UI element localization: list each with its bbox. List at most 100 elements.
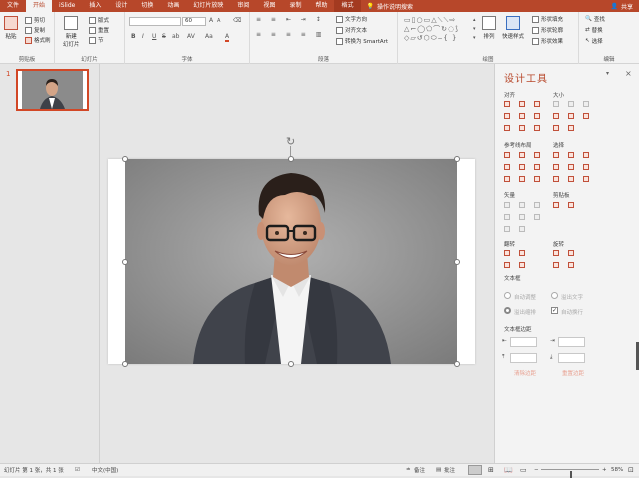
- zoom-level[interactable]: 58%: [611, 467, 623, 473]
- normal-view-button[interactable]: [468, 465, 482, 475]
- tab-help[interactable]: 帮助: [308, 0, 334, 12]
- margin-right-input[interactable]: [558, 337, 585, 347]
- shapes-scroll[interactable]: ▴▾▾: [473, 16, 476, 43]
- share-button[interactable]: 👤 共享: [611, 2, 639, 11]
- align-text-button[interactable]: 对齐文本: [336, 26, 367, 34]
- pane-tool-icon[interactable]: [504, 262, 510, 268]
- pane-tool-icon[interactable]: [568, 202, 574, 208]
- pane-tool-icon[interactable]: [534, 152, 540, 158]
- pane-tool-icon[interactable]: [553, 101, 559, 107]
- pane-tool-icon[interactable]: [534, 101, 540, 107]
- grow-font-button[interactable]: A: [209, 17, 213, 24]
- slide-thumbnail[interactable]: [16, 69, 89, 111]
- select-button[interactable]: ↖选择: [585, 37, 603, 45]
- align-buttons[interactable]: ≡ ≡ ≡ ≡ ▥: [256, 31, 325, 38]
- font-size-combo[interactable]: 60: [182, 17, 206, 26]
- pane-tool-icon[interactable]: [534, 125, 540, 131]
- font-color-button[interactable]: A: [225, 33, 229, 42]
- pane-tool-icon[interactable]: [534, 202, 540, 208]
- pane-tool-icon[interactable]: [519, 214, 525, 220]
- slideshow-icon[interactable]: ▭: [520, 466, 527, 474]
- format-painter-button[interactable]: 格式刷: [25, 36, 51, 44]
- tab-file[interactable]: 文件: [0, 0, 26, 12]
- resize-handle-bl[interactable]: [122, 361, 128, 367]
- pane-tool-icon[interactable]: [519, 202, 525, 208]
- tab-review[interactable]: 审阅: [230, 0, 256, 12]
- pane-tool-icon[interactable]: [504, 226, 510, 232]
- fit-slide-icon[interactable]: ⊡: [628, 466, 634, 474]
- wrap-checkbox[interactable]: ✓: [551, 307, 558, 314]
- section-button[interactable]: 节: [89, 36, 104, 44]
- pane-tool-icon[interactable]: [504, 113, 510, 119]
- shape-effects-button[interactable]: 形状效果: [532, 37, 563, 45]
- shapes-gallery[interactable]: ▭▯○▭△⟍⟍⇨△⌐◯⬠⌒↻◌⟆◇▱↺⬡⬭⌢{ }: [404, 16, 459, 43]
- resize-handle-l[interactable]: [122, 259, 128, 265]
- quick-styles-button[interactable]: 快速样式: [502, 16, 524, 40]
- pane-tool-icon[interactable]: [534, 164, 540, 170]
- pane-tool-icon[interactable]: [568, 164, 574, 170]
- tab-transitions[interactable]: 切换: [134, 0, 160, 12]
- pane-tool-icon[interactable]: [504, 164, 510, 170]
- clear-format-icon[interactable]: ⌫: [233, 17, 241, 24]
- pane-tool-icon[interactable]: [568, 250, 574, 256]
- overflow-radio[interactable]: [551, 292, 558, 299]
- spacing-button[interactable]: AV: [187, 33, 195, 40]
- pane-tool-icon[interactable]: [553, 164, 559, 170]
- tab-slideshow[interactable]: 幻灯片放映: [186, 0, 230, 12]
- pane-tool-icon[interactable]: [519, 176, 525, 182]
- pane-tool-icon[interactable]: [568, 113, 574, 119]
- pane-tool-icon[interactable]: [519, 262, 525, 268]
- slide-sorter-icon[interactable]: ⊞: [488, 466, 494, 474]
- restore-margin-link[interactable]: 重置边距: [562, 369, 584, 377]
- layout-button[interactable]: 版式: [89, 16, 109, 24]
- find-button[interactable]: 🔍查找: [585, 15, 605, 23]
- tab-design[interactable]: 设计: [108, 0, 134, 12]
- shape-fill-button[interactable]: 形状填充: [532, 15, 563, 23]
- notes-button[interactable]: 备注: [414, 466, 425, 474]
- copy-button[interactable]: 复制: [25, 26, 45, 34]
- margin-left-input[interactable]: [510, 337, 537, 347]
- pane-tool-icon[interactable]: [519, 164, 525, 170]
- cut-button[interactable]: 剪切: [25, 16, 45, 24]
- pane-tool-icon[interactable]: [504, 250, 510, 256]
- shadow-button[interactable]: ab: [172, 33, 180, 40]
- font-name-combo[interactable]: [129, 17, 181, 26]
- pane-tool-icon[interactable]: [519, 125, 525, 131]
- tab-record[interactable]: 录制: [282, 0, 308, 12]
- zoom-out-button[interactable]: −: [534, 467, 539, 473]
- pane-tool-icon[interactable]: [534, 214, 540, 220]
- bold-button[interactable]: B: [131, 33, 136, 40]
- margin-bottom-input[interactable]: [558, 353, 585, 363]
- comments-button[interactable]: 批注: [444, 466, 455, 474]
- resize-handle-tl[interactable]: [122, 156, 128, 162]
- underline-button[interactable]: U: [152, 33, 156, 40]
- pane-tool-icon[interactable]: [568, 125, 574, 131]
- italic-button[interactable]: I: [142, 33, 144, 40]
- pane-tool-icon[interactable]: [504, 101, 510, 107]
- reset-margin-link[interactable]: 清除边距: [514, 369, 536, 377]
- resize-handle-tr[interactable]: [454, 156, 460, 162]
- pane-tool-icon[interactable]: [553, 250, 559, 256]
- pane-tool-icon[interactable]: [583, 101, 589, 107]
- pane-tool-icon[interactable]: [583, 113, 589, 119]
- arrange-button[interactable]: 排列: [482, 16, 496, 40]
- language-status[interactable]: 中文(中国): [92, 466, 118, 474]
- zoom-slider[interactable]: [541, 469, 599, 470]
- tell-me-search[interactable]: 💡 操作说明搜索: [361, 2, 414, 11]
- zoom-slider-thumb[interactable]: [570, 471, 572, 478]
- pane-tool-icon[interactable]: [504, 152, 510, 158]
- reset-button[interactable]: 重置: [89, 26, 109, 34]
- reading-view-icon[interactable]: 📖: [504, 466, 513, 474]
- pane-tool-icon[interactable]: [568, 176, 574, 182]
- change-case-button[interactable]: Aa: [205, 33, 213, 40]
- zoom-in-button[interactable]: +: [602, 467, 607, 473]
- replace-button[interactable]: ⇄替换: [585, 26, 603, 34]
- text-direction-button[interactable]: 文字方向: [336, 15, 367, 23]
- shrink-radio[interactable]: [504, 307, 511, 314]
- pane-tool-icon[interactable]: [519, 113, 525, 119]
- pane-tool-icon[interactable]: [583, 152, 589, 158]
- spellcheck-icon[interactable]: ☑: [75, 467, 80, 473]
- pane-tool-icon[interactable]: [568, 152, 574, 158]
- pane-tool-icon[interactable]: [553, 152, 559, 158]
- tab-home[interactable]: 开始: [26, 0, 52, 12]
